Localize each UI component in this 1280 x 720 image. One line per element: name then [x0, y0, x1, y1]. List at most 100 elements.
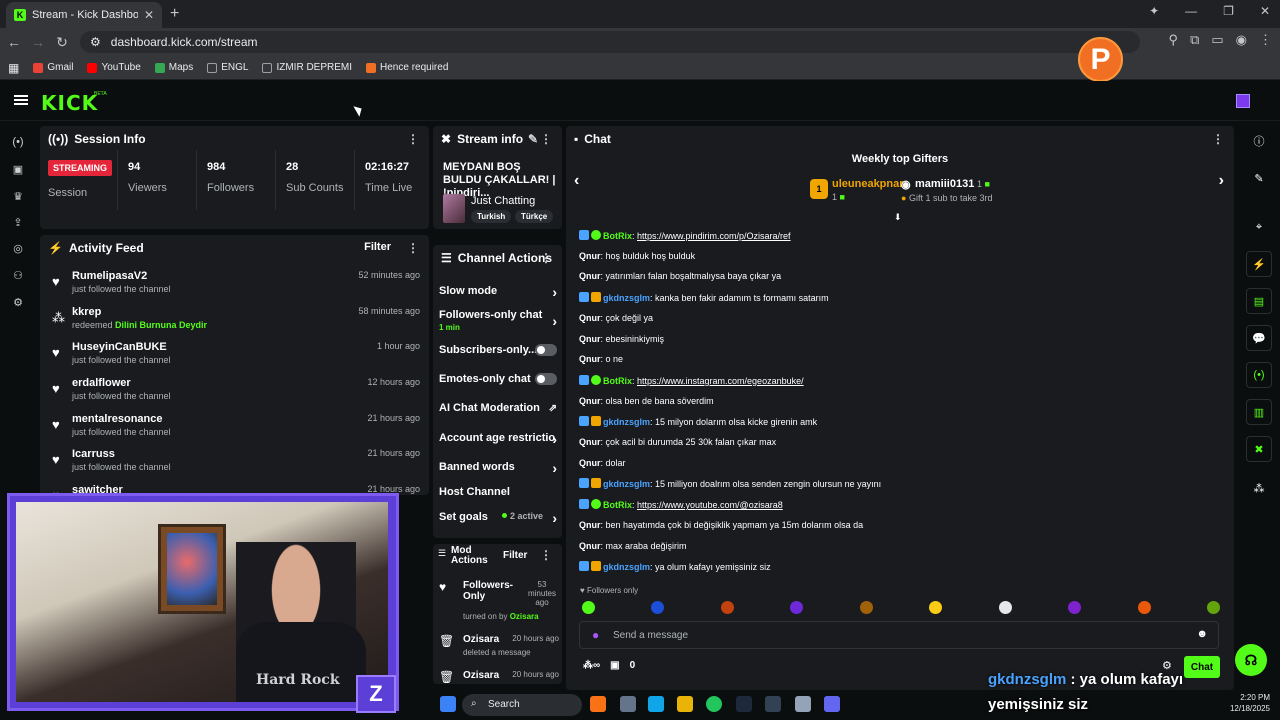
support-headset-icon[interactable]: ☊	[1235, 644, 1267, 676]
extension-icon[interactable]: ⚲	[1169, 32, 1179, 48]
more-options-icon[interactable]: ⋮	[540, 251, 552, 265]
chat-placeholder[interactable]: Send a message	[613, 630, 688, 641]
chat-username[interactable]: Qnur	[579, 458, 601, 468]
kick-logo[interactable]: KICK	[41, 91, 98, 115]
trophy-icon[interactable]: ♛	[12, 190, 24, 203]
bookmark-maps[interactable]: Maps	[154, 62, 193, 73]
emote-icon[interactable]	[1068, 601, 1081, 614]
activity-user[interactable]: kkrep	[72, 306, 101, 318]
users-icon[interactable]: ⚇	[12, 269, 24, 282]
gift-box-icon[interactable]: ▣	[610, 660, 619, 671]
more-options-icon[interactable]: ⋮	[540, 548, 552, 562]
more-options-icon[interactable]: ⋮	[540, 132, 552, 146]
emotes-only-toggle[interactable]	[535, 373, 557, 385]
set-goals-action[interactable]: Set goals 2 active ›	[439, 510, 557, 526]
activity-item[interactable]: ♥ mentalresonance just followed the channe…	[50, 413, 420, 447]
tab-close-icon[interactable]: ✕	[144, 8, 154, 22]
apps-icon[interactable]: ▦	[8, 61, 19, 75]
chat-username[interactable]: Qnur	[579, 251, 601, 261]
taskbar-search[interactable]: ⌕ Search	[462, 694, 582, 716]
broadcast-signal-icon[interactable]: (•)	[1246, 362, 1272, 388]
emotes-only-action[interactable]: Emotes-only chat	[439, 373, 557, 385]
chat-username[interactable]: Qnur	[579, 396, 601, 406]
chat-username[interactable]: gkdnzsglm	[603, 562, 650, 572]
file-explorer-icon[interactable]	[677, 696, 693, 712]
chat-username[interactable]: BotRix	[603, 376, 632, 386]
chat-link[interactable]: https://www.youtube.com/@ozisara8	[637, 500, 783, 510]
browser-tab[interactable]: K Stream - Kick Dashboard ✕	[6, 2, 162, 28]
activity-user[interactable]: RumelipasaV2	[72, 270, 147, 282]
subscribers-only-toggle[interactable]	[535, 344, 557, 356]
chat-input[interactable]: ● Send a message ☻	[579, 621, 1219, 649]
chat-username[interactable]: BotRix	[603, 500, 632, 510]
microphone-icon[interactable]: ●	[592, 628, 599, 642]
app-icon[interactable]	[795, 696, 811, 712]
profile-p-badge[interactable]: P	[1078, 37, 1123, 82]
dashboard-icon[interactable]: ▣	[12, 163, 24, 176]
chat-username[interactable]: Qnur	[579, 313, 601, 323]
url-input[interactable]: ⚙ dashboard.kick.com/stream	[80, 31, 1140, 53]
window-close-icon[interactable]: ✕	[1260, 4, 1270, 18]
lightning-icon[interactable]: ⚡	[1246, 251, 1272, 277]
banned-words-action[interactable]: Banned words ›	[439, 460, 557, 476]
gifter-name[interactable]: uleuneakpnar	[832, 178, 904, 190]
settings-gear-icon[interactable]: ⚙	[12, 296, 24, 309]
wrench-icon[interactable]: ✖	[1246, 436, 1272, 462]
steam-icon[interactable]	[736, 696, 752, 712]
activity-user[interactable]: Icarruss	[72, 448, 115, 460]
host-channel-action[interactable]: Host Channel	[439, 486, 557, 498]
chat-link[interactable]: https://www.pindirim.com/p/Ozisara/ref	[637, 231, 791, 241]
emote-icon[interactable]	[582, 601, 595, 614]
group-icon[interactable]: ⁂	[1246, 475, 1272, 501]
windows-start-icon[interactable]	[440, 696, 456, 712]
emote-icon[interactable]	[651, 601, 664, 614]
menu-dots-icon[interactable]: ⋮	[1259, 32, 1272, 48]
puzzle-icon[interactable]: ⧉	[1190, 32, 1199, 48]
discord-icon[interactable]	[824, 696, 840, 712]
emote-icon[interactable]	[1207, 601, 1220, 614]
scroll-down-icon[interactable]: ⬇	[894, 212, 902, 223]
chat-username[interactable]: BotRix	[603, 231, 632, 241]
bookmark-gmail[interactable]: Gmail	[33, 62, 73, 73]
site-info-icon[interactable]: ⚙	[90, 35, 101, 49]
new-tab-button[interactable]: +	[170, 5, 179, 23]
stream-category[interactable]: Just Chatting	[471, 195, 535, 207]
taskbar-clock[interactable]: 2:20 PM 12/18/2025	[1230, 692, 1270, 714]
more-options-icon[interactable]: ⋮	[407, 132, 419, 146]
gifters-prev-icon[interactable]: ‹	[574, 172, 579, 190]
profile-icon[interactable]: ◉	[1236, 32, 1247, 48]
app-icon[interactable]	[765, 696, 781, 712]
chat-username[interactable]: Qnur	[579, 354, 601, 364]
back-icon[interactable]: ←	[2, 34, 26, 50]
stack-icon[interactable]: ▥	[1246, 399, 1272, 425]
chat-username[interactable]: gkdnzsglm	[603, 479, 650, 489]
url-text[interactable]: dashboard.kick.com/stream	[111, 35, 258, 49]
activity-item[interactable]: ⁂ kkrep redeemed Dilini Burnuna Deydir 58 m…	[50, 306, 420, 340]
chat-username[interactable]: Qnur	[579, 541, 601, 551]
chat-username[interactable]: Qnur	[579, 334, 601, 344]
emote-icon[interactable]	[790, 601, 803, 614]
streamer-avatar-icon[interactable]	[1236, 94, 1250, 108]
reload-icon[interactable]: ↻	[50, 34, 74, 51]
camera-focus-icon[interactable]: ⌖	[1246, 214, 1272, 240]
gifter-name[interactable]: mamiii0131	[915, 178, 974, 190]
activity-item[interactable]: ♥ RumelipasaV2 just followed the channel 52…	[50, 270, 420, 304]
ai-sparkle-icon[interactable]: ✦	[1149, 4, 1159, 18]
bookmark-youtube[interactable]: YouTube	[87, 62, 141, 73]
chat-username[interactable]: gkdnzsglm	[603, 293, 650, 303]
activity-user[interactable]: HuseyinCanBUKE	[72, 341, 167, 353]
emote-icon[interactable]	[860, 601, 873, 614]
emote-icon[interactable]	[1138, 601, 1151, 614]
bookmark-hence[interactable]: Hence required	[366, 62, 448, 73]
app-icon[interactable]	[590, 696, 606, 712]
edit-pencil-icon[interactable]: ✎	[528, 132, 538, 146]
activity-item[interactable]: ♥ Icarruss just followed the channel 21 hou…	[50, 448, 420, 482]
mod-filter-button[interactable]: Filter	[503, 550, 527, 561]
points-icon[interactable]: ⁂∞	[583, 660, 600, 671]
gifters-next-icon[interactable]: ›	[1219, 172, 1224, 190]
activity-item[interactable]: ♥ erdalflower just followed the channel 12 …	[50, 377, 420, 411]
chat-send-button[interactable]: Chat	[1184, 656, 1220, 678]
broadcast-icon[interactable]: (•)	[12, 136, 24, 148]
emoji-picker-icon[interactable]: ☻	[1196, 628, 1208, 640]
more-options-icon[interactable]: ⋮	[407, 241, 419, 255]
